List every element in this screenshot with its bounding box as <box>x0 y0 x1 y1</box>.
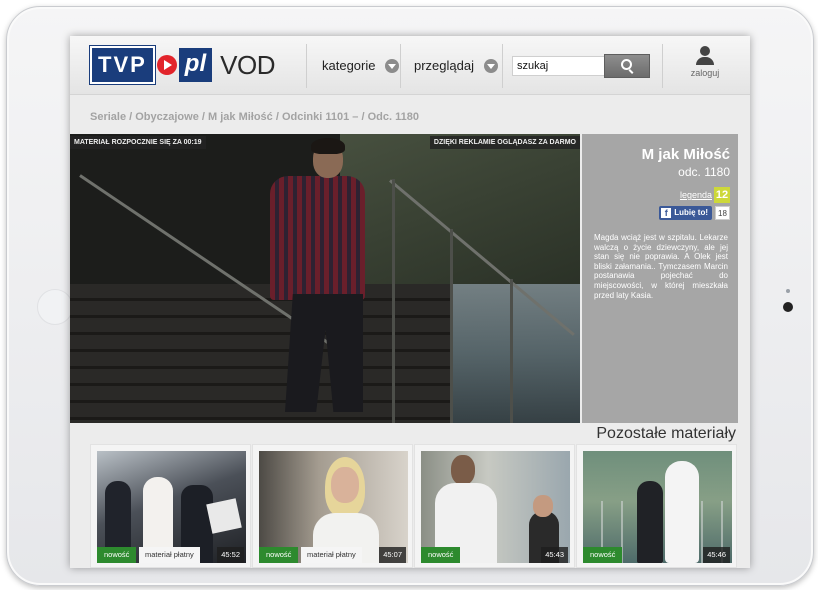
new-badge: nowość <box>259 547 299 563</box>
divider <box>662 44 663 88</box>
search-input[interactable] <box>512 56 606 76</box>
camera <box>783 302 793 312</box>
video-player[interactable]: MATERIAŁ ROZPOCZNIE SIĘ ZA 00:19 DZIĘKI … <box>70 134 580 423</box>
legend-link[interactable]: legenda <box>680 190 712 200</box>
video-frame-post <box>450 229 453 423</box>
paid-badge: materiał płatny <box>301 547 362 563</box>
chevron-down-icon <box>385 58 400 73</box>
nav-categories-label: kategorie <box>322 58 376 73</box>
video-thumbnail[interactable]: nowość 45:43 <box>414 444 575 568</box>
video-frame-person <box>270 176 365 300</box>
divider <box>306 44 307 88</box>
duration-badge: 45:07 <box>379 547 406 563</box>
video-frame-person-hair <box>311 138 345 154</box>
facebook-icon: f <box>661 208 672 218</box>
video-frame-post <box>392 179 395 423</box>
divider <box>502 44 503 88</box>
duration-badge: 45:52 <box>217 547 244 563</box>
duration-badge: 45:43 <box>541 547 568 563</box>
video-thumbnail[interactable]: nowość 45:46 <box>576 444 737 568</box>
breadcrumb[interactable]: Seriale / Obyczajowe / M jak Miłość / Od… <box>90 111 419 123</box>
nav-browse-label: przeglądaj <box>414 58 474 73</box>
video-thumbnail[interactable]: nowość materiał płatny 45:52 <box>90 444 251 568</box>
divider <box>400 44 401 88</box>
ad-notice: DZIĘKI REKLAMIE OGLĄDASZ ZA DARMO <box>429 136 580 149</box>
facebook-like-button[interactable]: f Lubię to! <box>659 206 712 220</box>
new-badge: nowość <box>583 547 623 563</box>
search-icon <box>621 59 632 70</box>
screen: TVP pl VOD kategorie przeglądaj zaloguj … <box>70 36 750 568</box>
logo-pl: pl <box>178 48 213 82</box>
logo-vod: VOD <box>220 49 275 80</box>
age-rating-badge: 12 <box>714 187 730 203</box>
top-bar: TVP pl VOD kategorie przeglądaj zaloguj <box>70 36 750 95</box>
like-label: Lubię to! <box>674 208 708 217</box>
more-materials-title: Pozostałe materiały <box>596 425 736 442</box>
video-thumbnail[interactable]: nowość materiał płatny 45:07 <box>252 444 413 568</box>
new-badge: nowość <box>97 547 137 563</box>
episode-description: Magda wciąż jest w szpitalu. Lekarze wal… <box>594 233 728 300</box>
home-button[interactable] <box>37 289 73 325</box>
new-badge: nowość <box>421 547 461 563</box>
ad-countdown: MATERIAŁ ROZPOCZNIE SIĘ ZA 00:19 <box>70 136 206 149</box>
duration-badge: 45:46 <box>703 547 730 563</box>
search-button[interactable] <box>604 54 650 78</box>
nav-categories[interactable]: kategorie <box>322 58 400 73</box>
like-count: 18 <box>715 206 730 220</box>
more-materials-list: nowość materiał płatny 45:52 nowość mate… <box>90 444 740 568</box>
logo-play-icon <box>156 55 177 75</box>
chevron-down-icon <box>484 58 498 73</box>
episode-number: odc. 1180 <box>678 165 730 179</box>
light-sensor <box>786 289 790 293</box>
tvp-vod-logo[interactable]: TVP pl VOD <box>89 45 275 85</box>
nav-browse[interactable]: przeglądaj <box>414 58 498 73</box>
episode-info-panel: M jak Miłość odc. 1180 legenda 12 f Lubi… <box>582 134 738 423</box>
login-button[interactable]: zaloguj <box>680 46 730 78</box>
paid-badge: materiał płatny <box>139 547 200 563</box>
login-label: zaloguj <box>690 68 720 78</box>
user-icon <box>700 46 710 56</box>
user-icon-body <box>696 57 714 65</box>
series-title: M jak Miłość <box>641 146 730 163</box>
logo-tvp: TVP <box>89 45 156 85</box>
video-frame-post <box>510 279 513 423</box>
